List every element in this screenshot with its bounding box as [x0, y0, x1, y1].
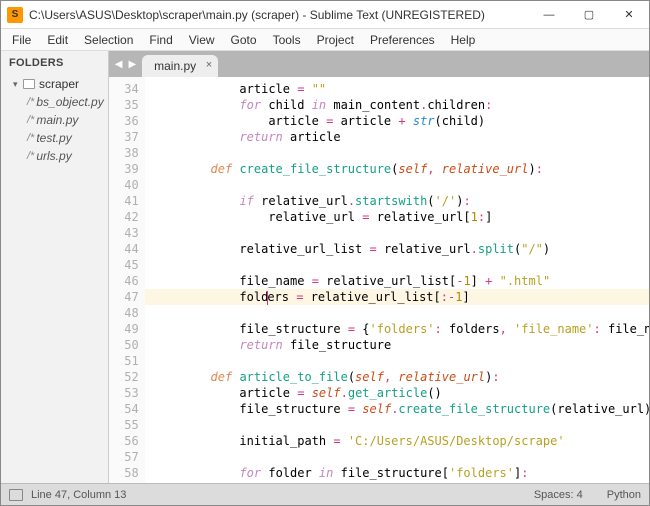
code-line[interactable]: initial_path = initial_path + '/' + fold…	[145, 481, 649, 483]
code-line[interactable]: relative_url = relative_url[1:]	[145, 209, 649, 225]
menu-help[interactable]: Help	[444, 31, 483, 49]
tree-folder-label: scraper	[39, 77, 79, 91]
code-line[interactable]: for child in main_content.children:	[145, 97, 649, 113]
maximize-button[interactable]: ▢	[569, 1, 609, 29]
sidebar-header: FOLDERS	[1, 51, 108, 75]
menu-edit[interactable]: Edit	[40, 31, 75, 49]
menu-file[interactable]: File	[5, 31, 38, 49]
minimize-button[interactable]: —	[529, 1, 569, 29]
code-line[interactable]: relative_url_list = relative_url.split("…	[145, 241, 649, 257]
sidebar: FOLDERS scraper /*bs_object.py/*main.py/…	[1, 51, 109, 483]
status-spaces[interactable]: Spaces: 4	[534, 489, 583, 501]
code-line[interactable]	[145, 449, 649, 465]
code-line[interactable]	[145, 353, 649, 369]
file-icon: /*	[27, 96, 34, 108]
tree-folder-root[interactable]: scraper	[5, 75, 104, 93]
file-icon: /*	[27, 114, 34, 126]
code-editor[interactable]: article = "" for child in main_content.c…	[145, 77, 649, 483]
titlebar: S C:\Users\ASUS\Desktop\scraper\main.py …	[1, 1, 649, 29]
tab-next-icon[interactable]: ▶	[128, 59, 136, 70]
code-line[interactable]: folders = relative_url_list[:-1]	[145, 289, 649, 305]
tab-nav: ◀ ▶	[109, 51, 142, 77]
tree-file[interactable]: /*urls.py	[5, 147, 104, 165]
code-line[interactable]: if relative_url.startswith('/'):	[145, 193, 649, 209]
tab-label: main.py	[154, 59, 196, 73]
code-line[interactable]: return file_structure	[145, 337, 649, 353]
window-controls: — ▢ ✕	[529, 1, 649, 29]
menu-selection[interactable]: Selection	[77, 31, 140, 49]
tab-close-icon[interactable]: ×	[206, 59, 212, 71]
sidebar-toggle-icon[interactable]	[9, 489, 23, 501]
code-line[interactable]	[145, 305, 649, 321]
tree-file[interactable]: /*test.py	[5, 129, 104, 147]
menubar: FileEditSelectionFindViewGotoToolsProjec…	[1, 29, 649, 51]
app-icon: S	[7, 7, 23, 23]
code-line[interactable]	[145, 225, 649, 241]
menu-preferences[interactable]: Preferences	[363, 31, 442, 49]
code-line[interactable]	[145, 145, 649, 161]
status-position[interactable]: Line 47, Column 13	[31, 489, 126, 501]
code-line[interactable]	[145, 417, 649, 433]
menu-find[interactable]: Find	[142, 31, 179, 49]
menu-goto[interactable]: Goto	[224, 31, 264, 49]
code-line[interactable]: file_structure = self.create_file_struct…	[145, 401, 649, 417]
tab-active[interactable]: main.py ×	[142, 55, 218, 77]
tab-prev-icon[interactable]: ◀	[115, 59, 123, 70]
menu-tools[interactable]: Tools	[266, 31, 308, 49]
code-wrap: 3435363738394041424344454647484950515253…	[109, 77, 649, 483]
main-area: FOLDERS scraper /*bs_object.py/*main.py/…	[1, 51, 649, 483]
code-line[interactable]: article = ""	[145, 81, 649, 97]
code-line[interactable]: def create_file_structure(self, relative…	[145, 161, 649, 177]
statusbar: Line 47, Column 13 Spaces: 4 Python	[1, 483, 649, 505]
editor-area: ◀ ▶ main.py × 34353637383940414243444546…	[109, 51, 649, 483]
folder-icon	[23, 79, 35, 89]
code-line[interactable]: article = self.get_article()	[145, 385, 649, 401]
file-icon: /*	[27, 132, 34, 144]
code-line[interactable]: article = article + str(child)	[145, 113, 649, 129]
window-title: C:\Users\ASUS\Desktop\scraper\main.py (s…	[29, 8, 529, 22]
code-line[interactable]: for folder in file_structure['folders']:	[145, 465, 649, 481]
code-line[interactable]	[145, 257, 649, 273]
code-line[interactable]: file_name = relative_url_list[-1] + ".ht…	[145, 273, 649, 289]
tree-file[interactable]: /*bs_object.py	[5, 93, 104, 111]
code-line[interactable]	[145, 177, 649, 193]
menu-view[interactable]: View	[182, 31, 222, 49]
file-icon: /*	[27, 150, 34, 162]
code-line[interactable]: def article_to_file(self, relative_url):	[145, 369, 649, 385]
code-line[interactable]: file_structure = {'folders': folders, 'f…	[145, 321, 649, 337]
menu-project[interactable]: Project	[310, 31, 361, 49]
code-line[interactable]: initial_path = 'C:/Users/ASUS/Desktop/sc…	[145, 433, 649, 449]
status-syntax[interactable]: Python	[607, 489, 641, 501]
close-button[interactable]: ✕	[609, 1, 649, 29]
tree-file[interactable]: /*main.py	[5, 111, 104, 129]
folder-tree: scraper /*bs_object.py/*main.py/*test.py…	[1, 75, 108, 165]
gutter: 3435363738394041424344454647484950515253…	[109, 77, 145, 483]
code-line[interactable]: return article	[145, 129, 649, 145]
tabbar: ◀ ▶ main.py ×	[109, 51, 649, 77]
